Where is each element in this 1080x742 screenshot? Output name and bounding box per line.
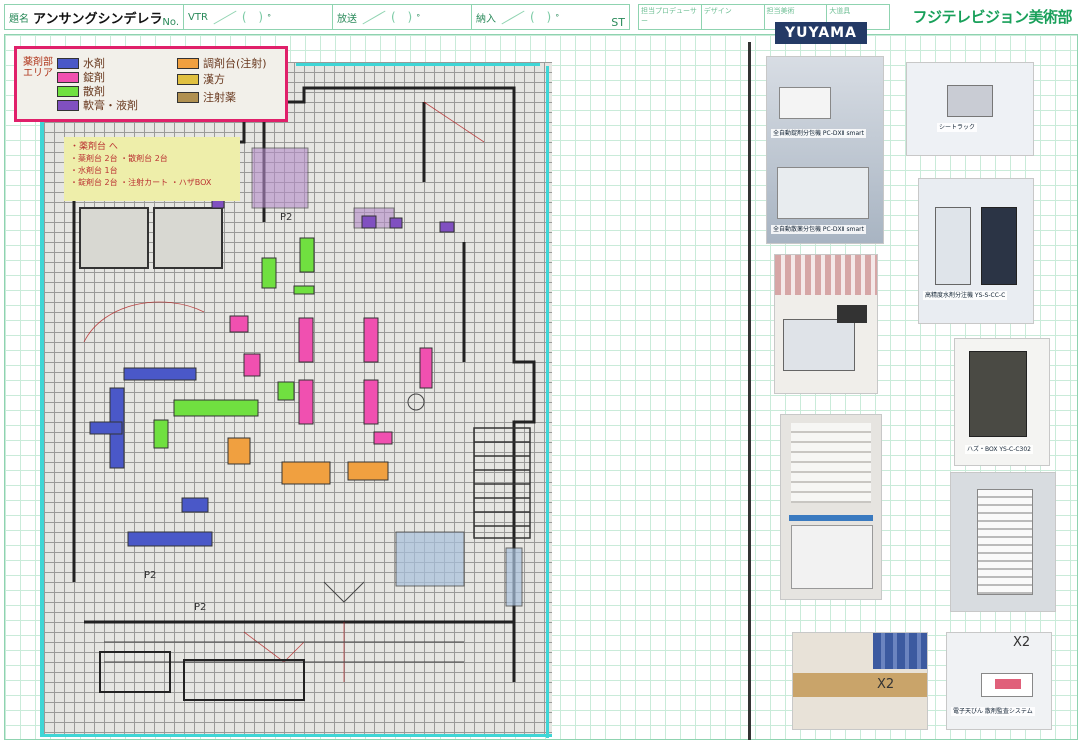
reference-photo-catalog: シートラック <box>906 62 1034 156</box>
photo-caption: 高精度水剤分注機 YS-S-CC-C <box>923 291 1008 300</box>
reference-photo-scale: X2 電子天びん 散剤監査システム <box>946 632 1052 730</box>
note-line: ・錠剤台 2台 ・注射カート ・ハザBOX <box>70 178 212 187</box>
reference-photo-cabinets: 高精度水剤分注機 YS-S-CC-C <box>918 178 1034 324</box>
requirements-note: ・薬剤台 へ ・薬剤台 2台 ・散剤台 2台 ・水剤台 1台 ・錠剤台 2台 ・… <box>64 137 240 201</box>
legend-swatch <box>57 57 79 69</box>
broadcast-label: 放送 <box>337 13 357 25</box>
photo-caption: 全自動錠剤分包機 PC-DXⅡ smart <box>771 129 866 138</box>
note-line: ・水剤台 1台 <box>70 166 118 175</box>
reference-photo-table: X2 <box>792 632 928 730</box>
legend-item: 漢方 <box>177 71 225 87</box>
brand-logo: フジテレビジョン美術部 <box>912 8 1072 26</box>
legend-swatch <box>57 71 79 83</box>
title-block: 題名 アンサングシンデレラ No. VTR ( ) ° 放送 ( ) ° 納入 … <box>4 4 630 30</box>
legend-item: 軟膏・液剤 <box>57 97 138 113</box>
color-legend: 薬剤部 エリア 水剤 調剤台(注射) 錠剤 漢方 散剤 注射薬 軟膏・液剤 <box>14 46 288 122</box>
quantity-mark: X2 <box>1013 635 1031 650</box>
page-divider <box>748 42 751 740</box>
reference-photo-cart <box>774 254 878 394</box>
delivery-label: 納入 <box>476 13 496 25</box>
reference-photo-rack <box>950 472 1056 612</box>
photo-caption: シートラック <box>937 123 978 132</box>
vtr-label: VTR <box>188 11 208 23</box>
no-label: No. <box>162 17 179 28</box>
cyan-border-top <box>296 63 540 66</box>
legend-swatch <box>177 91 199 103</box>
legend-swatch <box>57 99 79 111</box>
staff-cell: デザイン <box>702 5 765 29</box>
production-title: アンサングシンデレラ <box>33 11 163 27</box>
delivery-cell: 納入 ( ) ° ST <box>476 10 625 29</box>
title-label: 題名 <box>9 13 29 25</box>
reference-photo-dispenser: 全自動錠剤分包機 PC-DXⅡ smart 全自動散薬分包機 PC-DXⅡ sm… <box>766 56 884 244</box>
legend-swatch <box>57 85 79 97</box>
legend-item: 調剤台(注射) <box>177 55 267 71</box>
cyan-border-right <box>546 66 549 738</box>
note-line: ・薬剤台 2台 ・散剤台 2台 <box>70 154 168 163</box>
legend-item: 注射薬 <box>177 89 236 105</box>
photo-caption: 全自動散薬分包機 PC-DXⅡ smart <box>771 225 866 234</box>
note-title: ・薬剤台 へ <box>70 142 118 152</box>
title-cell: 題名 アンサングシンデレラ No. <box>5 5 184 29</box>
reference-photo-locker: ハズ・BOX YS-C-C302 <box>954 338 1050 466</box>
vtr-cell: VTR ( ) ° <box>184 5 333 29</box>
plan-label: P2 <box>280 212 293 223</box>
plan-label: P2 <box>144 570 157 581</box>
broadcast-cell: 放送 ( ) ° <box>333 5 472 29</box>
yuyama-logo: YUYAMA <box>775 22 867 44</box>
reference-photo-counter <box>780 414 882 600</box>
st-label: ST <box>611 16 625 29</box>
legend-side-note: 薬剤部 エリア <box>23 57 53 79</box>
photo-caption: 電子天びん 散剤監査システム <box>951 707 1035 716</box>
plan-label: P2 <box>194 602 207 613</box>
legend-swatch <box>177 57 199 69</box>
legend-swatch <box>177 73 199 85</box>
staff-cell: 担当プロデューサー <box>639 5 702 29</box>
photo-caption: ハズ・BOX YS-C-C302 <box>965 445 1034 454</box>
quantity-mark: X2 <box>877 677 895 692</box>
